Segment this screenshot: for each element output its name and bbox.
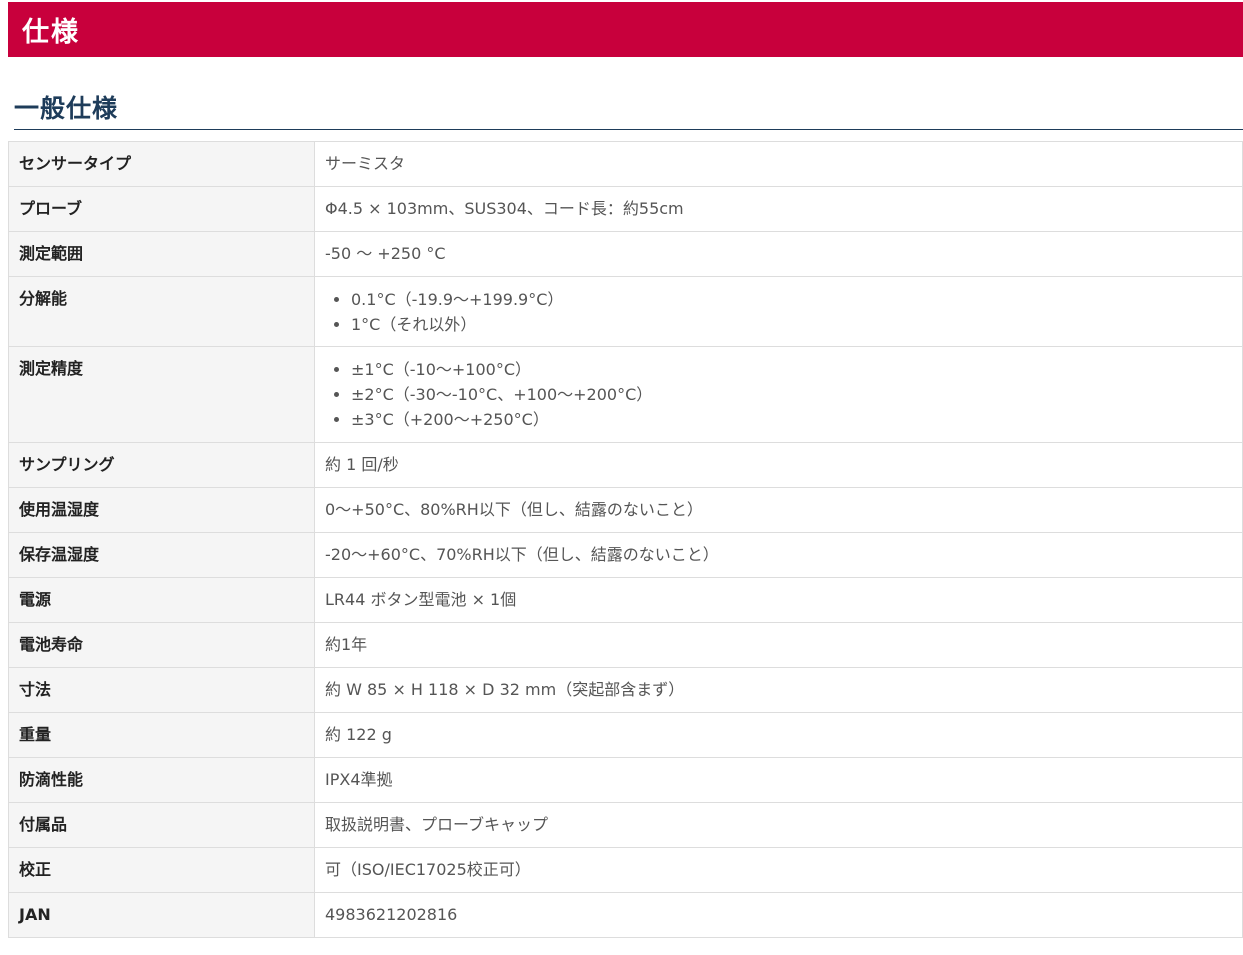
spec-row-jan: JAN 4983621202816 — [8, 892, 1243, 938]
spec-value: -50 ～ +250 °C — [314, 231, 1243, 277]
list-item: 1°C（それ以外） — [351, 312, 1232, 337]
section-title: 一般仕様 — [14, 94, 119, 123]
spec-row-water-resistance: 防滴性能 IPX4準拠 — [8, 757, 1243, 803]
spec-label: 分解能 — [8, 276, 315, 347]
spec-label: 電池寿命 — [8, 622, 315, 668]
spec-value: -20～+60°C、70%RH以下（但し、結露のないこと） — [314, 532, 1243, 578]
spec-label: プローブ — [8, 186, 315, 232]
banner-title: 仕様 — [22, 17, 80, 48]
spec-label: 校正 — [8, 847, 315, 893]
spec-row-dimensions: 寸法 約 W 85 × H 118 × D 32 mm（突起部含まず） — [8, 667, 1243, 713]
spec-label: 防滴性能 — [8, 757, 315, 803]
list-item: 0.1°C（-19.9～+199.9°C） — [351, 287, 1232, 312]
spec-value: 可（ISO/IEC17025校正可） — [314, 847, 1243, 893]
spec-value: 4983621202816 — [314, 892, 1243, 938]
spec-label: 付属品 — [8, 802, 315, 848]
spec-value: IPX4準拠 — [314, 757, 1243, 803]
spec-row-sensor-type: センサータイプ サーミスタ — [8, 141, 1243, 187]
page: 仕様 一般仕様 センサータイプ サーミスタ プローブ Φ4.5 × 103mm、… — [0, 0, 1243, 955]
spec-label: 測定精度 — [8, 346, 315, 443]
spec-row-resolution: 分解能 0.1°C（-19.9～+199.9°C） 1°C（それ以外） — [8, 276, 1243, 347]
spec-label: 電源 — [8, 577, 315, 623]
spec-table: センサータイプ サーミスタ プローブ Φ4.5 × 103mm、SUS304、コ… — [8, 141, 1243, 938]
spec-row-storage-environment: 保存温湿度 -20～+60°C、70%RH以下（但し、結露のないこと） — [8, 532, 1243, 578]
spec-row-operating-environment: 使用温湿度 0～+50°C、80%RH以下（但し、結露のないこと） — [8, 487, 1243, 533]
spec-value: LR44 ボタン型電池 × 1個 — [314, 577, 1243, 623]
spec-row-sampling: サンプリング 約 1 回/秒 — [8, 442, 1243, 488]
spec-value: 約 1 回/秒 — [314, 442, 1243, 488]
spec-row-calibration: 校正 可（ISO/IEC17025校正可） — [8, 847, 1243, 893]
spec-label: 保存温湿度 — [8, 532, 315, 578]
spec-row-battery-life: 電池寿命 約1年 — [8, 622, 1243, 668]
spec-row-probe: プローブ Φ4.5 × 103mm、SUS304、コード長：約55cm — [8, 186, 1243, 232]
spec-value: 約 W 85 × H 118 × D 32 mm（突起部含まず） — [314, 667, 1243, 713]
spec-label: サンプリング — [8, 442, 315, 488]
list-item: ±3°C（+200～+250°C） — [351, 407, 1232, 432]
spec-value: サーミスタ — [314, 141, 1243, 187]
spec-row-weight: 重量 約 122 g — [8, 712, 1243, 758]
spec-row-accuracy: 測定精度 ±1°C（-10～+100°C） ±2°C（-30～-10°C、+10… — [8, 346, 1243, 443]
section-heading: 一般仕様 — [14, 92, 1243, 130]
spec-value: 約1年 — [314, 622, 1243, 668]
spec-label: 測定範囲 — [8, 231, 315, 277]
spec-banner: 仕様 — [8, 2, 1243, 57]
spec-value-list: ±1°C（-10～+100°C） ±2°C（-30～-10°C、+100～+20… — [314, 346, 1243, 443]
spec-label: 寸法 — [8, 667, 315, 713]
accuracy-list: ±1°C（-10～+100°C） ±2°C（-30～-10°C、+100～+20… — [325, 357, 1232, 432]
spec-value: 0～+50°C、80%RH以下（但し、結露のないこと） — [314, 487, 1243, 533]
spec-value: Φ4.5 × 103mm、SUS304、コード長：約55cm — [314, 186, 1243, 232]
spec-label: 使用温湿度 — [8, 487, 315, 533]
spec-row-power: 電源 LR44 ボタン型電池 × 1個 — [8, 577, 1243, 623]
list-item: ±2°C（-30～-10°C、+100～+200°C） — [351, 382, 1232, 407]
list-item: ±1°C（-10～+100°C） — [351, 357, 1232, 382]
spec-value: 取扱説明書、プローブキャップ — [314, 802, 1243, 848]
spec-row-measurement-range: 測定範囲 -50 ～ +250 °C — [8, 231, 1243, 277]
spec-value-list: 0.1°C（-19.9～+199.9°C） 1°C（それ以外） — [314, 276, 1243, 347]
spec-label: 重量 — [8, 712, 315, 758]
spec-value: 約 122 g — [314, 712, 1243, 758]
resolution-list: 0.1°C（-19.9～+199.9°C） 1°C（それ以外） — [325, 287, 1232, 337]
spec-row-accessories: 付属品 取扱説明書、プローブキャップ — [8, 802, 1243, 848]
spec-label: JAN — [8, 892, 315, 938]
spec-label: センサータイプ — [8, 141, 315, 187]
